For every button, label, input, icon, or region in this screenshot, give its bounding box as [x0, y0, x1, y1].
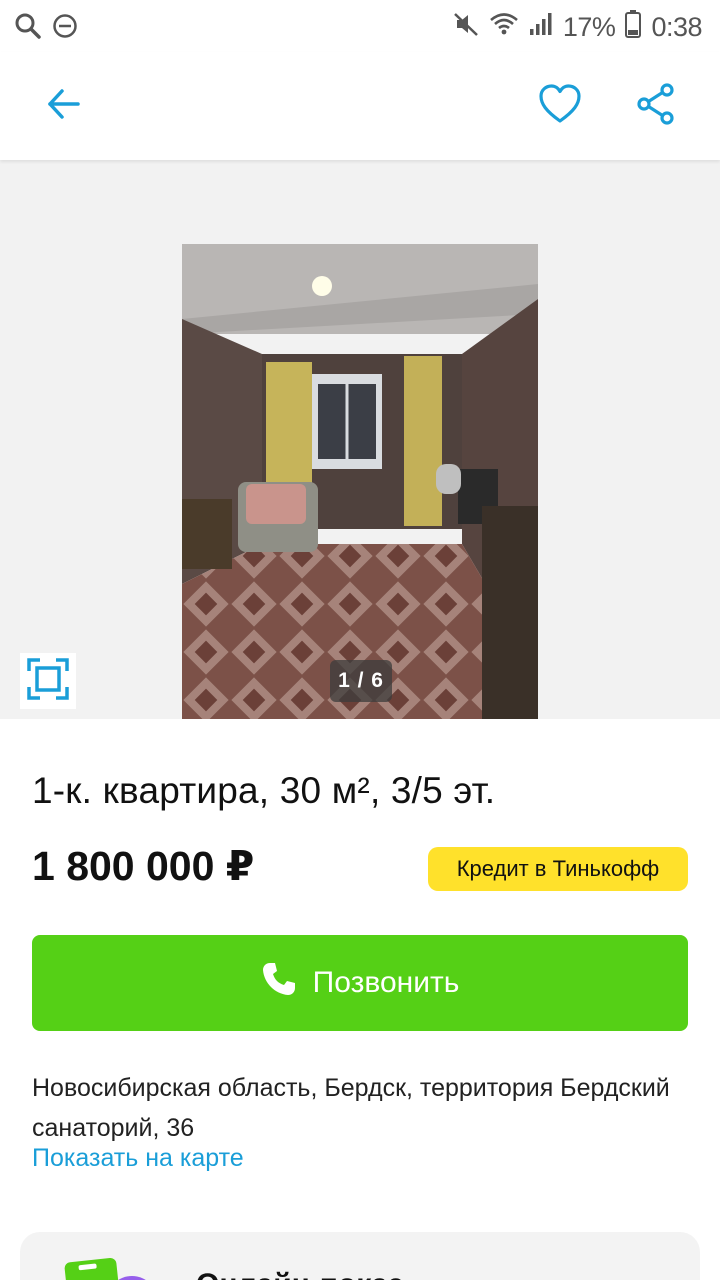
fullscreen-icon: [26, 657, 70, 706]
call-button[interactable]: Позвонить: [32, 935, 688, 1031]
listing-price: 1 800 000 ₽: [32, 843, 255, 889]
mute-icon: [453, 11, 479, 44]
promo-card[interactable]: Онлайн-показ: [20, 1232, 700, 1280]
battery-percent: 17%: [562, 12, 616, 42]
share-icon: [636, 82, 676, 130]
photo-gallery[interactable]: 1 / 6: [0, 160, 720, 719]
battery-icon: [625, 10, 642, 45]
wifi-icon: [489, 11, 519, 44]
back-button[interactable]: [36, 78, 92, 134]
search-icon: [14, 12, 42, 45]
online-viewing-icon: [62, 1254, 162, 1280]
heart-icon: [538, 83, 582, 129]
listing-photo[interactable]: [182, 244, 538, 719]
call-button-label: Позвонить: [312, 966, 460, 999]
listing-title: 1-к. квартира, 30 м², 3/5 эт.: [32, 770, 496, 811]
top-toolbar: [0, 52, 720, 160]
share-button[interactable]: [628, 78, 684, 134]
credit-badge[interactable]: Кредит в Тинькофф: [428, 847, 688, 891]
favorite-button[interactable]: [532, 78, 588, 134]
show-on-map-link[interactable]: Показать на карте: [32, 1144, 244, 1173]
do-not-disturb-icon: [52, 13, 78, 44]
signal-icon: [529, 12, 553, 43]
listing-address: Новосибирская область, Бердск, территори…: [32, 1074, 670, 1142]
clock: 0:38: [651, 12, 702, 42]
status-bar: 17% 0:38: [0, 0, 720, 52]
phone-icon: [261, 961, 297, 1005]
promo-title: Онлайн-показ: [196, 1268, 403, 1280]
arrow-left-icon: [46, 86, 82, 127]
fullscreen-button[interactable]: [20, 653, 76, 709]
photo-counter: 1 / 6: [330, 660, 392, 702]
